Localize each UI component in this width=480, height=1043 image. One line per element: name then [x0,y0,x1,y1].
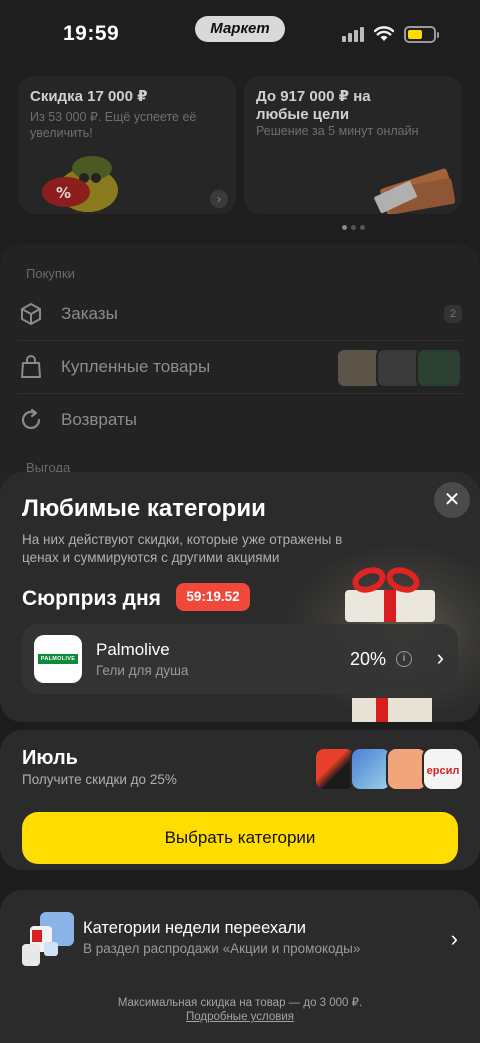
palmolive-logo: PALMOLIVE [34,635,82,683]
status-bar: 19:59 Маркет [0,0,480,66]
categories-illustration [22,912,74,966]
orders-row[interactable]: Заказы 2 [18,288,462,340]
sheet-title: Любимые категории [22,495,266,522]
wifi-icon [374,26,394,41]
status-icons [342,24,439,44]
category-icon: ерсил [422,747,464,791]
choose-categories-button[interactable]: Выбрать категории [22,812,458,864]
purchased-items-row[interactable]: Купленные товары [18,341,462,393]
chevron-right-icon[interactable]: › [437,645,444,671]
promo-card-loan[interactable]: До 917 000 ₽ на любые цели Решение за 5 … [244,76,462,214]
moved-subtitle: В раздел распродажи «Акции и промокоды» [83,941,361,956]
box-icon [21,303,41,325]
category-icons: ерсил [314,747,464,791]
promo-title: До 917 000 ₽ на любые цели [256,88,371,123]
gift-box-base [352,698,432,722]
banknotes-illustration [374,168,456,214]
month-categories-card: Июль Получите скидки до 25% ерсил Выбрат… [0,730,480,870]
purchased-items-label: Купленные товары [61,357,211,376]
promo-subtitle: Решение за 5 минут онлайн [256,124,419,138]
purchased-thumbnails [336,348,462,388]
battery-icon [404,25,439,43]
promo-subtitle: Из 53 000 ₽. Ещё успеете её увеличить! [30,110,197,140]
discount-percent: 20% [349,649,386,669]
chevron-right-icon[interactable]: › [210,190,228,208]
countdown-timer: 59:19.52 [176,583,250,611]
footer-note: Максимальная скидка на товар — до 3 000 … [0,996,480,1024]
signal-icon [342,26,364,42]
close-button[interactable]: ✕ [434,482,470,518]
terms-link[interactable]: Подробные условия [0,1010,480,1024]
carousel-dots [342,225,365,230]
return-icon [21,408,41,429]
chevron-right-icon[interactable]: › [451,926,458,952]
categories-moved-card[interactable]: Категории недели переехали В раздел расп… [0,890,480,1043]
mascot-illustration: % [42,156,118,212]
returns-row[interactable]: Возвраты [18,394,462,446]
surprise-brand-row[interactable]: PALMOLIVE Palmolive Гели для душа 20% i … [22,624,458,694]
brand-name: Palmolive [96,640,170,659]
footer-note-text: Максимальная скидка на товар — до 3 000 … [117,997,363,1009]
month-title: Июль [22,747,78,769]
bag-icon [21,355,41,378]
status-time: 19:59 [63,22,120,45]
promo-card-discount[interactable]: Скидка 17 000 ₽ Из 53 000 ₽. Ещё успеете… [18,76,236,214]
info-icon[interactable]: i [396,651,412,667]
favorite-categories-sheet: ✕ Любимые категории На них действуют ски… [0,472,480,1043]
orders-label: Заказы [61,304,118,323]
svg-text:%: % [56,184,71,202]
moved-title: Категории недели переехали [83,919,306,937]
promo-title: Скидка 17 000 ₽ [30,88,148,105]
favorite-categories-card: ✕ Любимые категории На них действуют ски… [0,472,480,722]
surprise-title: Сюрприз дня [22,587,161,610]
brand-category: Гели для душа [96,663,189,678]
product-thumbnail [416,348,462,388]
month-subtitle: Получите скидки до 25% [22,772,177,787]
section-heading: Покупки [26,266,75,281]
returns-label: Возвраты [61,410,137,429]
sheet-subtitle: На них действуют скидки, которые уже отр… [22,532,343,565]
orders-count-badge: 2 [444,305,462,323]
market-badge[interactable]: Маркет [195,16,285,42]
